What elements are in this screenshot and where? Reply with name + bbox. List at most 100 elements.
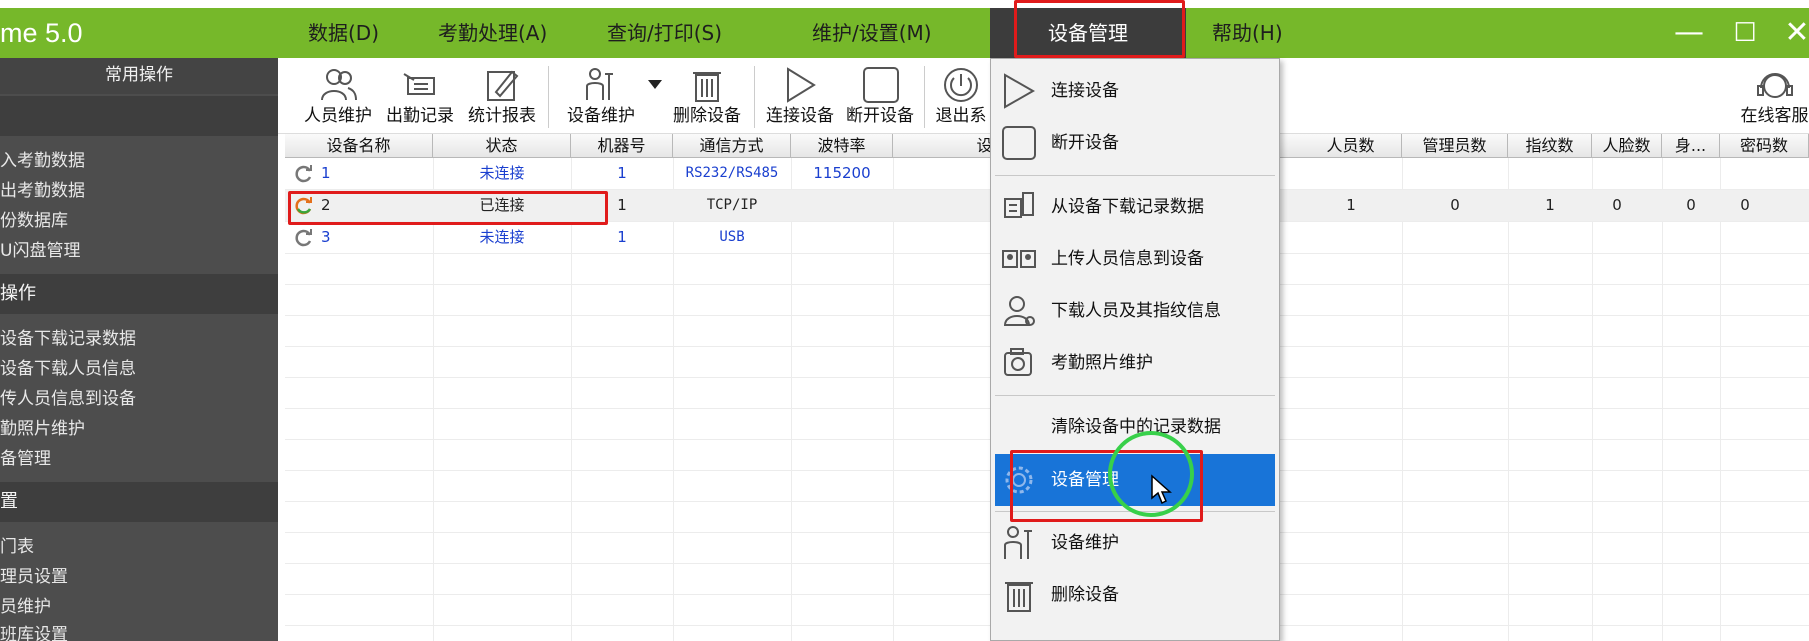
stop-icon <box>863 67 899 103</box>
play-icon <box>1004 73 1036 109</box>
column-header[interactable]: 指纹数 <box>1508 134 1592 158</box>
dropdown-item-attendance-photos[interactable]: 考勤照片维护 <box>991 337 1279 389</box>
toolbar-label: 退出系 <box>935 106 987 126</box>
column-header[interactable]: 密码数 <box>1720 134 1809 158</box>
device-name: 2 <box>321 196 331 214</box>
menu-attendance[interactable]: 考勤处理(A) <box>438 8 547 58</box>
sidebar-item-departments[interactable]: 门表 <box>0 532 34 562</box>
sidebar-item-admin-settings[interactable]: 理员设置 <box>0 562 68 592</box>
dropdown-item-device-maintenance[interactable]: 设备维护 <box>991 517 1279 569</box>
column-header[interactable]: 身... <box>1662 134 1720 158</box>
connect-device-button[interactable]: 连接设备 <box>760 58 840 134</box>
column-header[interactable]: 机器号 <box>571 134 673 158</box>
device-status: 已连接 <box>479 196 525 214</box>
exit-system-button[interactable]: 退出系 <box>928 58 994 134</box>
dropdown-separator <box>995 511 1275 512</box>
sidebar-item-upload-users[interactable]: 传人员信息到设备 <box>0 384 136 414</box>
disconnect-device-button[interactable]: 断开设备 <box>840 58 920 134</box>
device-name: 3 <box>321 228 331 246</box>
dropdown-item-download-records[interactable]: 从设备下载记录数据 <box>991 181 1279 233</box>
sidebar-item-backup-db[interactable]: 份数据库 <box>0 206 68 236</box>
dropdown-label: 从设备下载记录数据 <box>1051 197 1204 217</box>
download-records-icon <box>1004 192 1034 218</box>
sidebar-item-usb-disk[interactable]: U闪盘管理 <box>0 236 80 266</box>
toolbar-label: 断开设备 <box>846 106 914 126</box>
column-header[interactable]: 设备名称 <box>285 134 433 158</box>
stat-report-button[interactable]: 统计报表 <box>462 58 542 134</box>
headset-icon <box>1756 73 1793 98</box>
sidebar-header: 常用操作 <box>0 58 278 94</box>
toolbar-label: 出勤记录 <box>386 106 454 126</box>
attendance-record-button[interactable]: 出勤记录 <box>380 58 460 134</box>
device-name: 1 <box>321 164 331 182</box>
column-header[interactable]: 状态 <box>433 134 571 158</box>
menu-query-print[interactable]: 查询/打印(S) <box>607 8 722 58</box>
sidebar-item-export-attendance[interactable]: 出考勤数据 <box>0 176 85 206</box>
people-maintain-button[interactable]: 人员维护 <box>298 58 378 134</box>
sidebar-item-import-attendance[interactable]: 入考勤数据 <box>0 146 85 176</box>
toolbar-label: 统计报表 <box>468 106 536 126</box>
column-header[interactable]: 人脸数 <box>1592 134 1662 158</box>
menu-device-management[interactable]: 设备管理 <box>990 8 1186 58</box>
column-header[interactable]: 人员数 <box>1300 134 1402 158</box>
dropdown-item-connect-device[interactable]: 连接设备 <box>991 65 1279 117</box>
sidebar-group-data[interactable] <box>0 96 278 136</box>
photo-icon <box>1004 348 1032 376</box>
baud-rate: 115200 <box>813 164 871 182</box>
dropdown-label: 连接设备 <box>1051 81 1119 101</box>
sidebar-group-device-ops[interactable]: 操作 <box>0 274 278 314</box>
toolbar-label: 在线客服 <box>1740 106 1809 126</box>
report-icon <box>487 70 519 101</box>
online-service-button[interactable]: 在线客服 <box>1740 58 1809 134</box>
machine-number: 1 <box>617 228 627 246</box>
dropdown-item-upload-users[interactable]: 上传人员信息到设备 <box>991 233 1279 285</box>
device-status: 未连接 <box>479 228 525 246</box>
user-count: 1 <box>1346 196 1356 214</box>
sidebar-item-download-users[interactable]: 设备下载人员信息 <box>0 354 136 384</box>
dropdown-item-disconnect-device[interactable]: 断开设备 <box>991 117 1279 169</box>
sidebar-group-settings[interactable]: 置 <box>0 482 278 522</box>
comm-type: USB <box>719 229 745 245</box>
title-bar-strip <box>0 0 1809 8</box>
stop-icon <box>1002 126 1036 160</box>
device-maintain-icon <box>586 68 613 100</box>
dropdown-label: 设备管理 <box>1051 470 1119 490</box>
menu-maintenance[interactable]: 维护/设置(M) <box>812 8 932 58</box>
dropdown-item-download-users-fingerprints[interactable]: 下载人员及其指纹信息 <box>991 285 1279 337</box>
disconnected-status-icon <box>295 229 312 247</box>
sidebar-item-download-records[interactable]: 设备下载记录数据 <box>0 324 136 354</box>
dropdown-item-delete-device[interactable]: 删除设备 <box>991 569 1279 621</box>
machine-number: 1 <box>617 164 627 182</box>
delete-device-button[interactable]: 删除设备 <box>662 58 752 134</box>
dropdown-item-device-management[interactable]: 设备管理 <box>995 454 1275 506</box>
dropdown-label: 删除设备 <box>1051 585 1119 605</box>
device-maintain-button[interactable]: 设备维护 <box>556 58 646 134</box>
menu-help[interactable]: 帮助(H) <box>1212 8 1283 58</box>
dropdown-label: 断开设备 <box>1051 133 1119 153</box>
gear-icon <box>1005 466 1033 494</box>
menu-data[interactable]: 数据(D) <box>308 8 379 58</box>
device-management-dropdown: 连接设备 断开设备 从设备下载记录数据 上传人员信息到设备 下载人员及其指纹信息… <box>990 58 1280 641</box>
column-header[interactable]: 管理员数 <box>1402 134 1508 158</box>
close-icon[interactable]: ✕ <box>1772 8 1809 58</box>
sidebar-item-staff[interactable]: 员维护 <box>0 592 51 622</box>
column-header[interactable]: 通信方式 <box>673 134 791 158</box>
dropdown-item-clear-records[interactable]: 清除设备中的记录数据 <box>991 401 1279 453</box>
app-title: me 5.0 <box>0 18 83 48</box>
mouse-cursor-icon <box>1151 474 1172 505</box>
dropdown-label: 下载人员及其指纹信息 <box>1051 301 1221 321</box>
maximize-icon[interactable]: ☐ <box>1720 8 1770 58</box>
comm-type: RS232/RS485 <box>685 165 779 181</box>
toolbar-label: 设备维护 <box>567 106 635 126</box>
dropdown-label: 考勤照片维护 <box>1051 353 1153 373</box>
sidebar-item-shifts[interactable]: 班库设置 <box>0 620 68 641</box>
record-icon <box>403 73 435 95</box>
device-maintain-icon <box>1004 526 1032 559</box>
dropdown-separator <box>995 395 1275 396</box>
column-header[interactable]: 波特率 <box>791 134 893 158</box>
comm-type: TCP/IP <box>706 197 758 213</box>
sidebar-item-device-management[interactable]: 备管理 <box>0 444 51 474</box>
sidebar-item-photos[interactable]: 勤照片维护 <box>0 414 85 444</box>
minimize-icon[interactable]: — <box>1664 8 1714 58</box>
sidebar: 常用操作 入考勤数据 出考勤数据 份数据库 U闪盘管理 操作 设备下载记录数据 … <box>0 58 278 641</box>
